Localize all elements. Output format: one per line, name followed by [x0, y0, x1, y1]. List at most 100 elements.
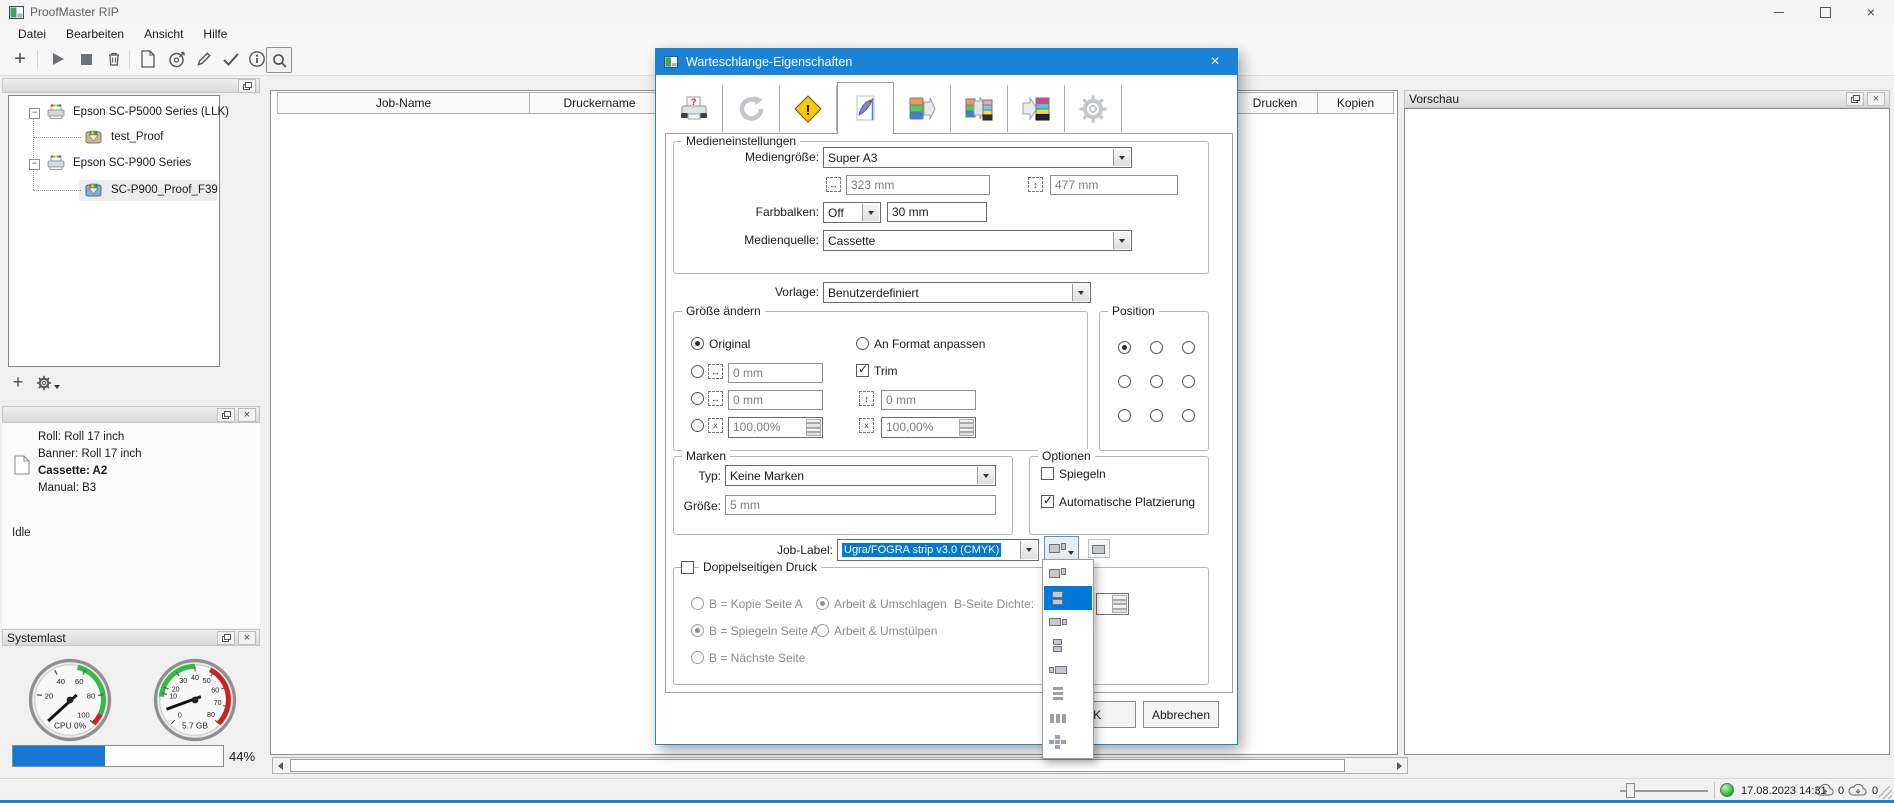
undock-icon[interactable]: [217, 631, 235, 645]
work-tumble-radio[interactable]: [816, 624, 829, 637]
new-job-button[interactable]: [136, 47, 160, 71]
position-radio-mr[interactable]: [1182, 375, 1195, 388]
mirror-label[interactable]: Spiegeln: [1059, 467, 1106, 481]
job-label-combo[interactable]: Ugra/FOGRA strip v3.0 (CMYK): [837, 539, 1039, 561]
position-radio-bl[interactable]: [1118, 409, 1131, 422]
add-printer-button[interactable]: +: [8, 372, 28, 392]
layout-option-left-small[interactable]: [1044, 658, 1092, 682]
tab-color-conversion[interactable]: [951, 85, 1008, 132]
fit-format-radio[interactable]: [856, 337, 869, 350]
position-radio-tc[interactable]: [1150, 341, 1163, 354]
layout-option-stacked[interactable]: [1044, 634, 1092, 658]
copy-side-a-radio[interactable]: [691, 597, 704, 610]
undock-icon[interactable]: [217, 408, 235, 422]
label-position-menu-button[interactable]: [1044, 536, 1079, 561]
menu-hilfe[interactable]: Hilfe: [193, 27, 237, 41]
label-position-alt-button[interactable]: [1088, 539, 1110, 558]
tab-media-active[interactable]: [837, 82, 894, 134]
position-radio-tr[interactable]: [1182, 341, 1195, 354]
original-label[interactable]: Original: [709, 337, 750, 351]
auto-placement-checkbox[interactable]: [1041, 495, 1054, 508]
minimize-button[interactable]: [1756, 0, 1802, 24]
mirror-side-a-radio[interactable]: [691, 624, 704, 637]
resize-grip[interactable]: [1879, 786, 1892, 799]
close-button[interactable]: ×: [1848, 0, 1894, 24]
expand-toggle[interactable]: −: [29, 108, 40, 119]
marks-type-combo[interactable]: Keine Marken: [725, 465, 996, 486]
tree-item-queue[interactable]: test_Proof: [111, 131, 163, 143]
tab-color-input[interactable]: [894, 85, 951, 132]
start-button[interactable]: [46, 47, 70, 71]
position-radio-bc[interactable]: [1150, 409, 1163, 422]
duplex-checkbox[interactable]: [681, 561, 694, 574]
color-bar-combo[interactable]: Off: [823, 202, 881, 223]
template-combo[interactable]: Benutzerdefiniert: [823, 282, 1091, 303]
maximize-button[interactable]: [1802, 0, 1848, 24]
media-size-combo[interactable]: Super A3: [823, 147, 1132, 168]
work-turn-radio[interactable]: [816, 597, 829, 610]
scroll-right-button[interactable]: [1392, 758, 1407, 773]
tree-item-printer[interactable]: Epson SC-P900 Series: [73, 157, 191, 169]
menu-bearbeiten[interactable]: Bearbeiten: [56, 27, 134, 41]
original-radio[interactable]: [691, 337, 704, 350]
next-page-radio[interactable]: [691, 651, 704, 664]
tab-color-output[interactable]: [1008, 85, 1065, 132]
apply-button[interactable]: [219, 47, 243, 71]
close-panel-icon[interactable]: ×: [238, 408, 256, 422]
scale-radio[interactable]: [691, 419, 704, 432]
trim-checkbox[interactable]: [856, 364, 869, 377]
layout-option-page-below-selected[interactable]: [1044, 586, 1092, 610]
layout-option-three-rows[interactable]: [1044, 682, 1092, 706]
tab-refresh[interactable]: [723, 85, 780, 132]
fit-format-label[interactable]: An Format anpassen: [874, 337, 985, 351]
search-button[interactable]: [266, 47, 292, 73]
undock-icon[interactable]: [1846, 92, 1864, 106]
mirror-checkbox[interactable]: [1041, 467, 1054, 480]
tab-printer-setup[interactable]: ?: [666, 85, 723, 132]
scroll-left-button[interactable]: [273, 758, 288, 773]
width-radio[interactable]: [691, 365, 704, 378]
edit-button[interactable]: [192, 47, 216, 71]
column-header-druckername[interactable]: Druckername: [529, 92, 670, 114]
position-radio-mc[interactable]: [1150, 375, 1163, 388]
color-bar-offset-field[interactable]: 30 mm: [887, 202, 987, 222]
tab-warnings[interactable]: !: [780, 85, 837, 132]
column-header-kopien[interactable]: Kopien: [1317, 92, 1394, 114]
position-radio-tl[interactable]: [1118, 341, 1131, 354]
undock-icon[interactable]: [238, 79, 256, 93]
column-header-jobname[interactable]: Job-Name: [277, 92, 530, 114]
tree-item-queue-selected[interactable]: SC-P900_Proof_F39: [111, 184, 218, 196]
duplex-title[interactable]: Doppelseitigen Druck: [699, 560, 821, 574]
b-side-density-spinner[interactable]: [1096, 593, 1129, 615]
close-panel-icon[interactable]: ×: [238, 631, 256, 645]
layout-option-wide-right[interactable]: [1044, 610, 1092, 634]
close-panel-icon[interactable]: ×: [1867, 92, 1885, 106]
tab-settings[interactable]: [1065, 85, 1122, 132]
expand-toggle[interactable]: −: [29, 159, 40, 170]
auto-placement-label[interactable]: Automatische Platzierung: [1059, 495, 1195, 509]
stop-button[interactable]: [74, 47, 98, 71]
scale-y-spinner[interactable]: 100,00%: [881, 417, 976, 438]
horizontal-scrollbar[interactable]: [272, 757, 1408, 774]
media-source-combo[interactable]: Cassette: [823, 230, 1132, 251]
cancel-button[interactable]: Abbrechen: [1143, 701, 1219, 728]
zoom-slider-handle[interactable]: [1626, 783, 1635, 798]
tree-item-printer[interactable]: Epson SC-P5000 Series (LLK): [73, 106, 229, 118]
position-radio-ml[interactable]: [1118, 375, 1131, 388]
width2-radio[interactable]: [691, 392, 704, 405]
add-queue-button[interactable]: +: [8, 47, 32, 71]
scrollbar-thumb[interactable]: [290, 759, 1345, 772]
trim-label[interactable]: Trim: [874, 364, 898, 378]
menu-ansicht[interactable]: Ansicht: [134, 27, 193, 41]
calibration-button[interactable]: [164, 47, 188, 71]
position-radio-br[interactable]: [1182, 409, 1195, 422]
column-header-drucken[interactable]: Drucken: [1232, 92, 1318, 114]
delete-button[interactable]: [102, 47, 126, 71]
scale-x-spinner[interactable]: 100,00%: [728, 417, 823, 438]
dialog-close-button[interactable]: ×: [1193, 49, 1237, 75]
menu-datei[interactable]: Datei: [8, 27, 56, 41]
layout-option-page-right[interactable]: [1044, 562, 1092, 586]
printer-settings-button[interactable]: [36, 374, 64, 392]
layout-option-cross[interactable]: [1044, 730, 1092, 754]
layout-option-three-columns[interactable]: [1044, 706, 1092, 730]
